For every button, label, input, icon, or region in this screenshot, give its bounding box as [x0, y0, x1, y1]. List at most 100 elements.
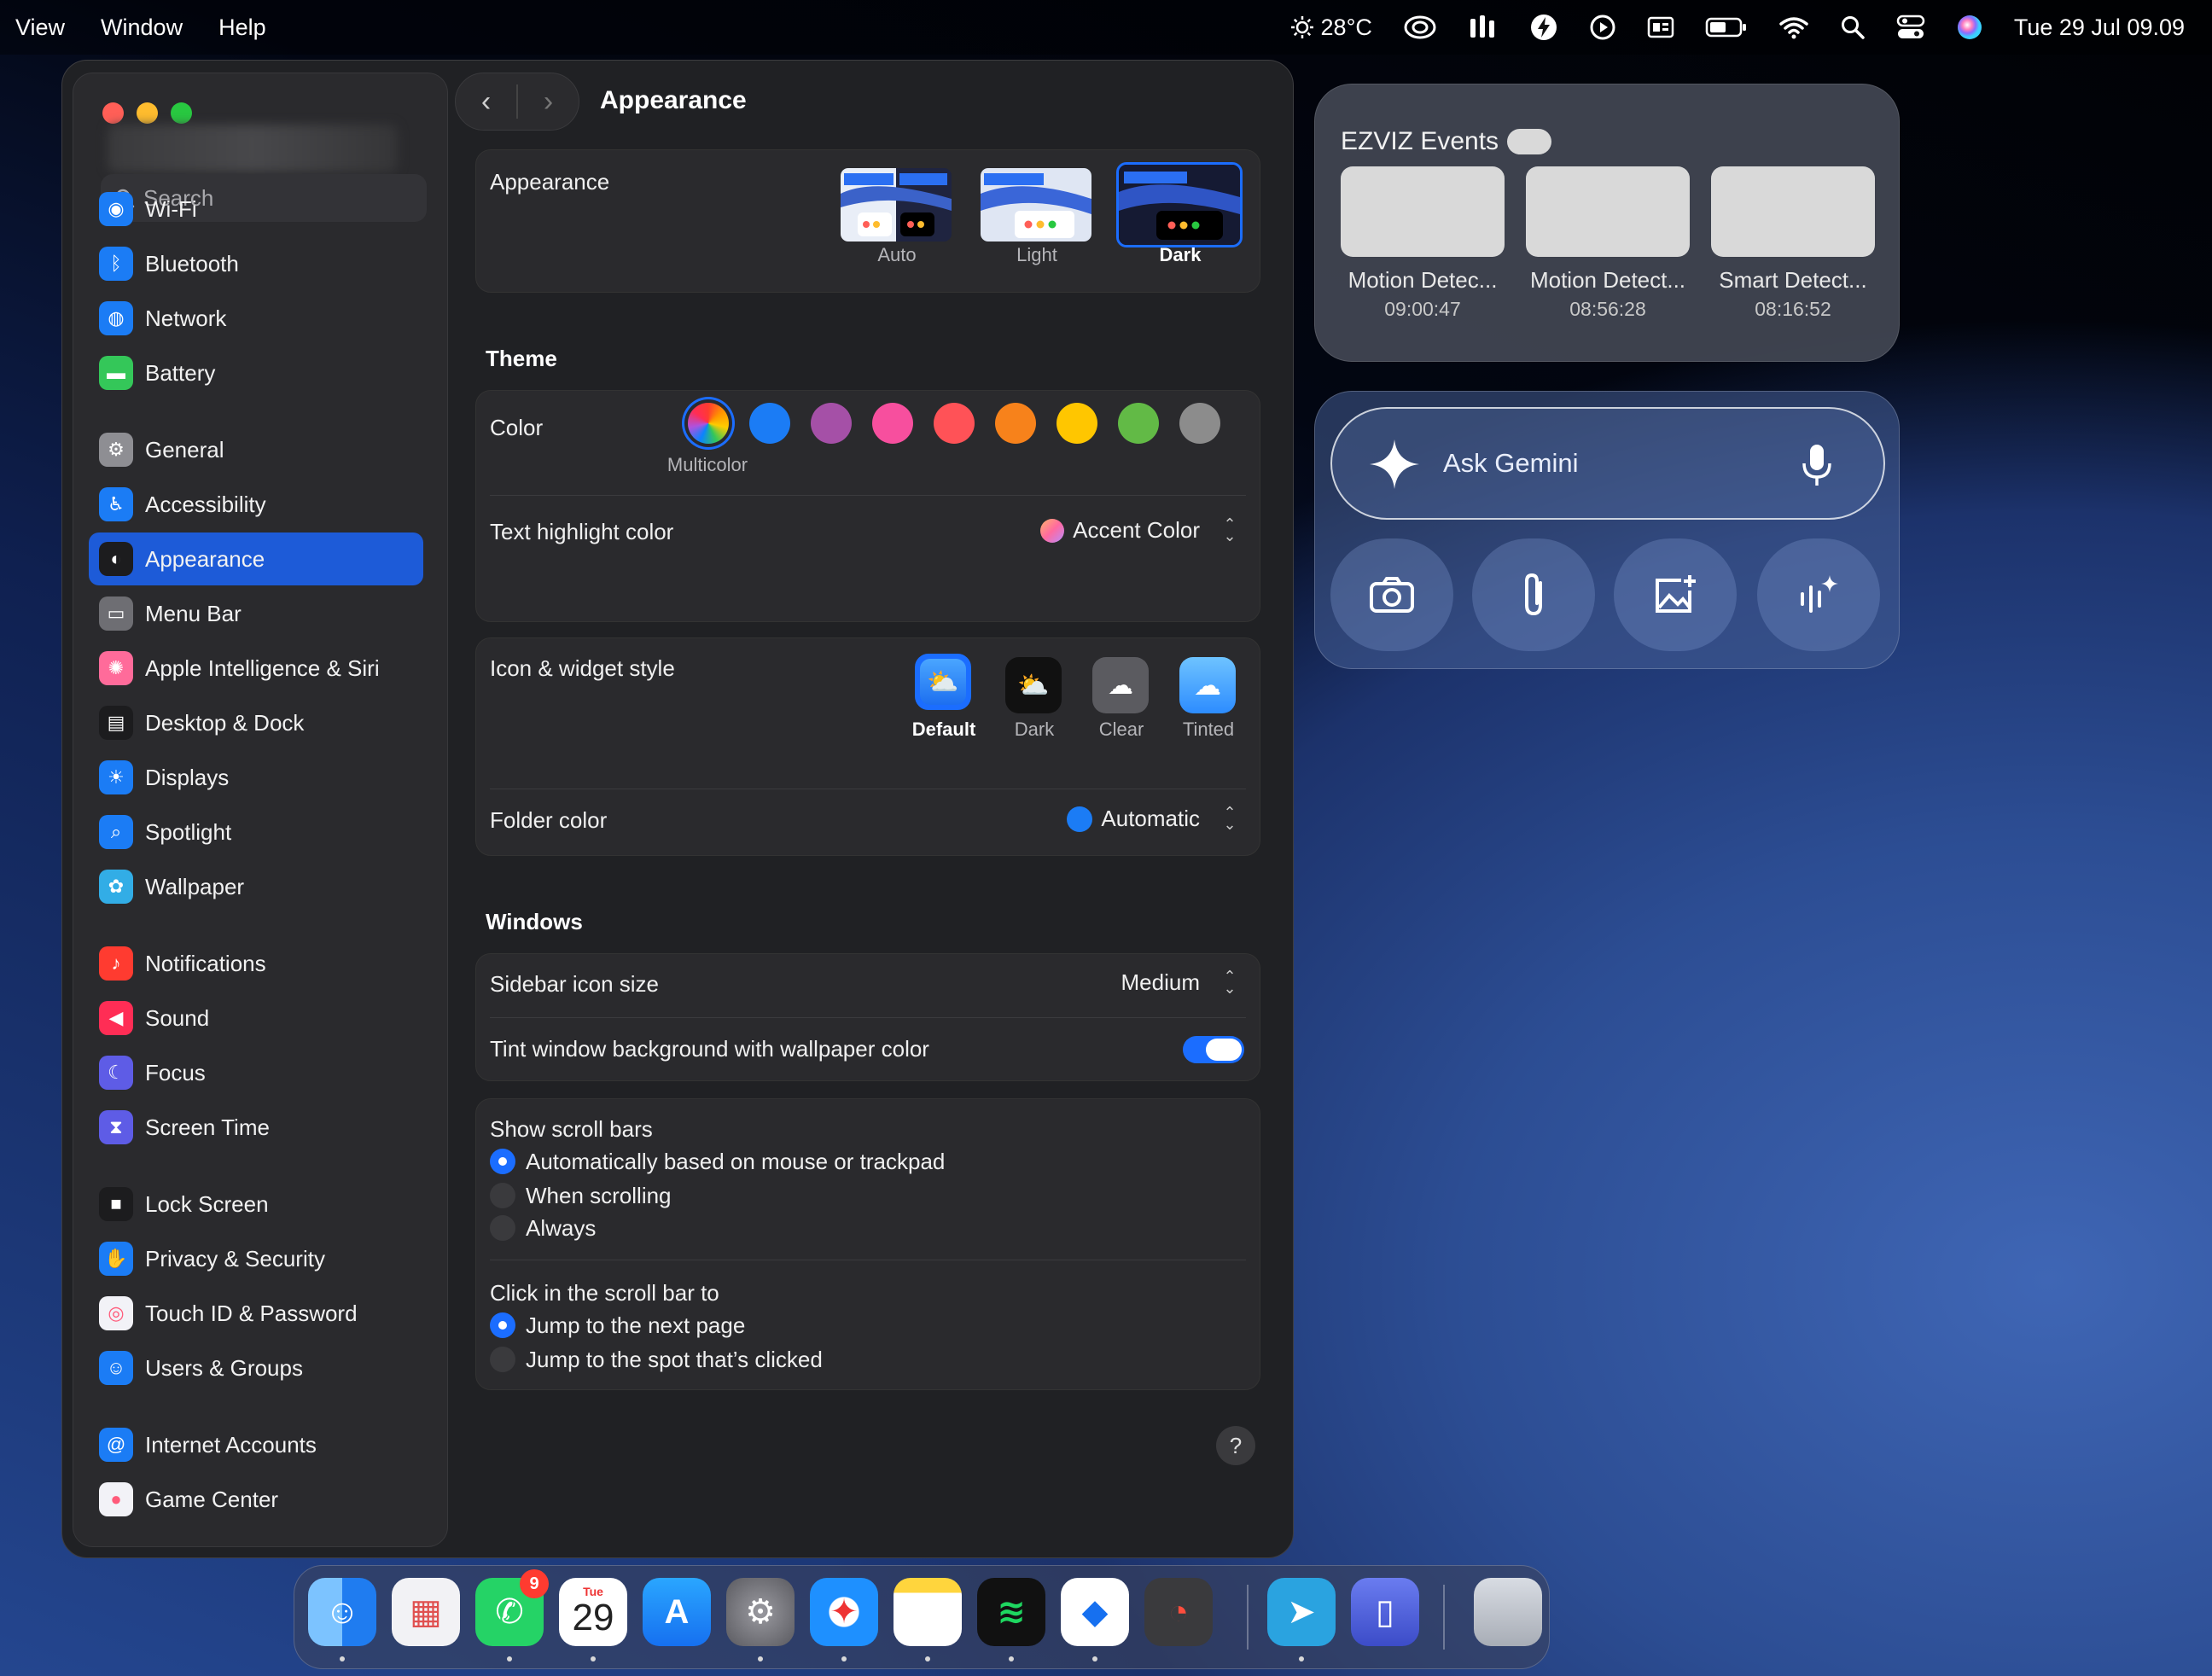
click-scroll-bar-label: Click in the scroll bar to [490, 1280, 719, 1306]
icon-style-dark-option[interactable]: ⛅ [1005, 657, 1062, 713]
sidebar-icon-size-popup[interactable]: Medium ⌃ ⌄ [1121, 969, 1239, 996]
accent-color-purple[interactable] [811, 403, 852, 444]
sidebar-item-appearance[interactable]: ◐ Appearance [89, 532, 423, 585]
sidebar-item-sound[interactable]: ◀ Sound [89, 992, 423, 1045]
accent-color-blue[interactable] [749, 403, 790, 444]
radio-jump-next-page[interactable] [490, 1312, 515, 1338]
wifi-status-icon[interactable] [1778, 15, 1809, 39]
sidebar-item-bluetooth[interactable]: ᛒ Bluetooth [89, 237, 423, 290]
clock[interactable]: Tue 29 Jul 09.09 [2014, 15, 2185, 41]
dock-app-store-icon[interactable]: A [643, 1578, 711, 1646]
event-thumbnail-2[interactable] [1526, 166, 1690, 257]
sidebar-item-users-groups[interactable]: ☺ Users & Groups [89, 1341, 423, 1394]
sidebar-item-displays[interactable]: ☀ Displays [89, 751, 423, 804]
sidebar-item-accessibility[interactable]: ♿ Accessibility [89, 478, 423, 531]
event-thumbnail-3[interactable] [1711, 166, 1875, 257]
forward-chevron-icon[interactable]: › [518, 85, 579, 119]
help-button[interactable]: ? [1216, 1426, 1255, 1465]
menu-help[interactable]: Help [218, 15, 266, 41]
dock-telegram-icon[interactable]: ➤ [1267, 1578, 1336, 1646]
sidebar-item-game-center[interactable]: ● Game Center [89, 1473, 423, 1526]
icon-style-default-option[interactable]: ⛅ [915, 654, 971, 710]
accent-color-graphite[interactable] [1179, 403, 1220, 444]
live-audio-button[interactable] [1757, 538, 1880, 651]
moon-icon: ☾ [99, 1056, 133, 1090]
ask-gemini-field[interactable]: Ask Gemini [1330, 407, 1885, 520]
appearance-auto-option[interactable] [838, 166, 954, 244]
sidebar-item-touch-id-password[interactable]: ◎ Touch ID & Password [89, 1287, 423, 1340]
sidebar-item-battery[interactable]: ▬ Battery [89, 346, 423, 399]
microphone-icon[interactable] [1800, 443, 1834, 487]
add-image-button[interactable] [1614, 538, 1737, 651]
tint-window-toggle[interactable] [1183, 1036, 1244, 1063]
sidebar-item-screen-time[interactable]: ⧗ Screen Time [89, 1101, 423, 1154]
minimize-window-button[interactable] [137, 102, 158, 124]
sidebar-item-notifications[interactable]: ♪ Notifications [89, 937, 423, 990]
folder-color-popup[interactable]: Automatic ⌃ ⌄ [1067, 805, 1239, 832]
radio-scroll-auto[interactable] [490, 1149, 515, 1174]
back-chevron-icon[interactable]: ‹ [456, 85, 516, 119]
camera-button[interactable] [1330, 538, 1453, 651]
sidebar-item-desktop-dock[interactable]: ▤ Desktop & Dock [89, 696, 423, 749]
dock-spotify-icon[interactable]: ≋ [977, 1578, 1045, 1646]
event-thumbnail-1[interactable] [1341, 166, 1505, 257]
accent-color-multicolor[interactable] [688, 403, 729, 444]
dock-launchpad-icon[interactable]: ▦ [392, 1578, 460, 1646]
sidebar-item-focus[interactable]: ☾ Focus [89, 1046, 423, 1099]
accent-color-yellow[interactable] [1057, 403, 1097, 444]
sidebar-item-network[interactable]: ◍ Network [89, 292, 423, 345]
sidebar-item-wallpaper[interactable]: ✿ Wallpaper [89, 860, 423, 913]
dock-screen-recorder-icon[interactable]: ◔ [1144, 1578, 1213, 1646]
dock-simulator-icon[interactable]: ▯ [1351, 1578, 1419, 1646]
ezviz-title-text: EZVIZ Events [1341, 127, 1499, 155]
sidebar-item-menu-bar[interactable]: ▭ Menu Bar [89, 587, 423, 640]
creative-cloud-icon[interactable] [1403, 15, 1437, 40]
icon-style-tinted-option[interactable]: ☁ [1179, 657, 1236, 713]
sidebar-item-apple-intelligence-siri[interactable]: ✺ Apple Intelligence & Siri [89, 642, 423, 695]
radio-scroll-always[interactable] [490, 1215, 515, 1241]
dock-copilot-icon[interactable]: ◆ [1061, 1578, 1129, 1646]
dock-calendar-icon[interactable]: Tue 29 [559, 1578, 627, 1646]
dock-trash-icon[interactable] [1474, 1578, 1542, 1646]
menu-view[interactable]: View [15, 15, 65, 41]
sidebar-item-internet-accounts[interactable]: @ Internet Accounts [89, 1418, 423, 1471]
sidebar-item-spotlight[interactable]: ⌕ Spotlight [89, 806, 423, 858]
radio-jump-spot[interactable] [490, 1347, 515, 1372]
close-window-button[interactable] [102, 102, 124, 124]
display-icon[interactable] [1647, 15, 1674, 39]
weather-status[interactable]: 28°C [1290, 15, 1372, 41]
appearance-light-option[interactable] [978, 166, 1094, 244]
stats-icon[interactable] [1468, 14, 1499, 41]
calendar-month: Tue [583, 1585, 603, 1598]
sidebar-item-general[interactable]: ⚙ General [89, 423, 423, 476]
text-highlight-popup[interactable]: Accent Color ⌃ ⌄ [1040, 516, 1239, 544]
appearance-dark-option[interactable] [1116, 162, 1243, 247]
accent-color-green[interactable] [1118, 403, 1159, 444]
icon-style-clear-option[interactable]: ☁ [1092, 657, 1149, 713]
dock-whatsapp-icon[interactable]: ✆ 9 [475, 1569, 549, 1646]
control-center-icon[interactable] [1896, 15, 1925, 40]
siri-icon[interactable] [1956, 14, 1983, 41]
dock-notes-icon[interactable] [894, 1578, 962, 1646]
attach-button[interactable] [1472, 538, 1595, 651]
accent-color-red[interactable] [934, 403, 975, 444]
ezviz-widget[interactable]: EZVIZ Events Motion Detec... 09:00:47 Mo… [1314, 84, 1900, 362]
play-circle-icon[interactable] [1589, 14, 1616, 41]
fingerprint-icon: ◎ [99, 1296, 133, 1330]
accent-color-pink[interactable] [872, 403, 913, 444]
dock-finder-icon[interactable]: ☺ [308, 1578, 376, 1646]
sidebar-item-wi-fi[interactable]: ◉ Wi-Fi [89, 183, 423, 236]
radio-scroll-when-scrolling[interactable] [490, 1183, 515, 1208]
spotlight-search-icon[interactable] [1840, 15, 1866, 40]
accent-color-orange[interactable] [995, 403, 1036, 444]
dock-safari-icon[interactable]: ✦ [810, 1578, 878, 1646]
battery-status-icon[interactable] [1705, 16, 1748, 38]
account-card[interactable] [108, 125, 398, 172]
dock-system-settings-icon[interactable]: ⚙ [726, 1578, 795, 1646]
chevron-updown-icon: ⌃ ⌄ [1223, 967, 1237, 997]
menu-window[interactable]: Window [101, 15, 183, 41]
zoom-window-button[interactable] [171, 102, 192, 124]
sidebar-item-privacy-security[interactable]: ✋ Privacy & Security [89, 1232, 423, 1285]
sidebar-item-lock-screen[interactable]: ■ Lock Screen [89, 1178, 423, 1231]
bolt-icon[interactable] [1529, 13, 1558, 42]
